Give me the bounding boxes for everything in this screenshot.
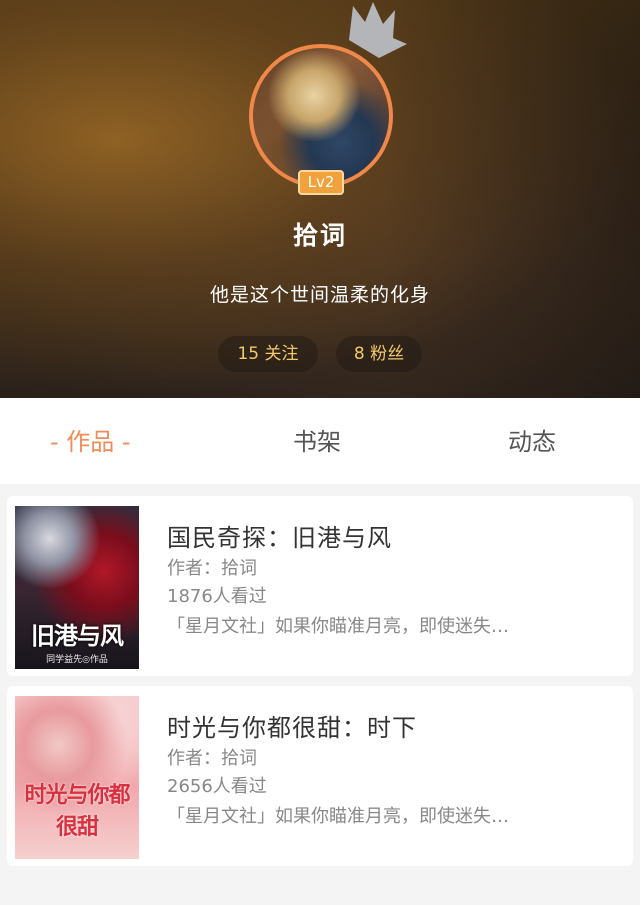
book-title[interactable]: 时光与你都很甜：时下 [167,708,417,743]
book-title[interactable]: 国民奇探：旧港与风 [167,518,392,553]
following-count-button[interactable]: 15 关注 [218,336,318,372]
username: 拾词 [292,221,347,250]
tab-bookshelf[interactable]: 书架 [293,422,341,457]
book-card[interactable]: 时光与你都很甜 时光与你都很甜：时下 作者：拾词 2656人看过 「星月文社」如… [7,686,633,866]
cover-title-text: 旧港与风 [31,622,124,650]
book-cover[interactable]: 旧港与风 同学益先◎作品 [15,506,139,669]
user-bio: 他是这个世间温柔的化身 [209,284,430,306]
cover-subtitle-text: 同学益先◎作品 [46,655,108,665]
profile-header: Lv2 拾词 他是这个世间温柔的化身 15 关注 8 粉丝 [0,0,640,398]
fans-count-button[interactable]: 8 粉丝 [336,336,422,372]
book-intro: 「星月文社」如果你瞄准月亮，即使迷失… [167,806,509,827]
avatar[interactable] [249,44,393,188]
book-views: 2656人看过 [167,776,267,797]
crown-icon [349,2,407,58]
level-badge: Lv2 [298,170,344,195]
tab-works[interactable]: - 作品 - [50,422,131,457]
book-views: 1876人看过 [167,586,267,607]
book-author: 作者：拾词 [167,558,257,579]
book-intro: 「星月文社」如果你瞄准月亮，即使迷失… [167,616,509,637]
book-cover[interactable]: 时光与你都很甜 [15,696,139,859]
book-card[interactable]: 旧港与风 同学益先◎作品 国民奇探：旧港与风 作者：拾词 1876人看过 「星月… [7,496,633,676]
tab-bar: - 作品 - 书架 动态 [0,398,640,484]
tab-activity[interactable]: 动态 [508,422,556,457]
book-author: 作者：拾词 [167,748,257,769]
cover-title-text: 时光与你都很甜 [24,783,130,840]
